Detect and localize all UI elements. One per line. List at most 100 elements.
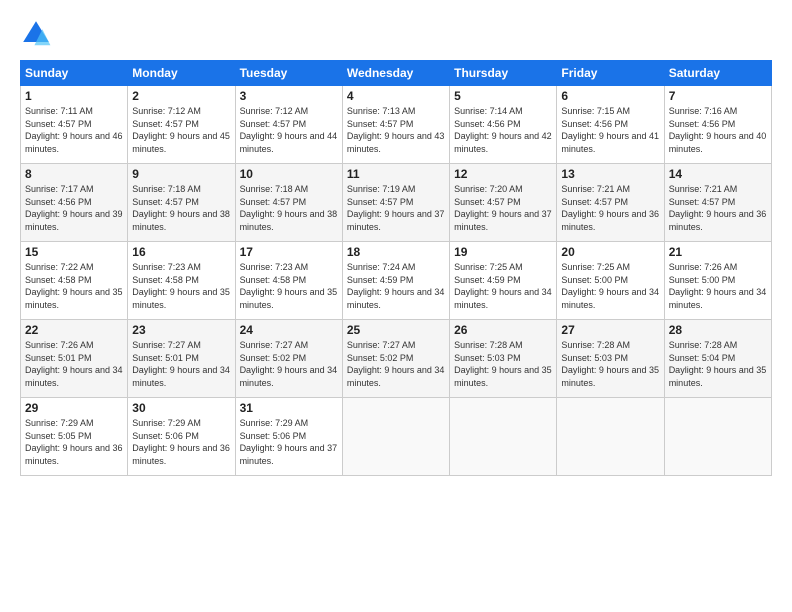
day-info: Sunrise: 7:26 AM Sunset: 5:01 PM Dayligh… bbox=[25, 339, 123, 389]
day-number: 24 bbox=[240, 323, 338, 337]
day-number: 12 bbox=[454, 167, 552, 181]
day-number: 14 bbox=[669, 167, 767, 181]
week-row-1: 1 Sunrise: 7:11 AM Sunset: 4:57 PM Dayli… bbox=[21, 86, 772, 164]
day-cell: 31 Sunrise: 7:29 AM Sunset: 5:06 PM Dayl… bbox=[235, 398, 342, 476]
day-cell: 3 Sunrise: 7:12 AM Sunset: 4:57 PM Dayli… bbox=[235, 86, 342, 164]
day-cell bbox=[450, 398, 557, 476]
day-cell: 15 Sunrise: 7:22 AM Sunset: 4:58 PM Dayl… bbox=[21, 242, 128, 320]
day-number: 22 bbox=[25, 323, 123, 337]
col-header-sunday: Sunday bbox=[21, 61, 128, 86]
day-cell: 10 Sunrise: 7:18 AM Sunset: 4:57 PM Dayl… bbox=[235, 164, 342, 242]
day-info: Sunrise: 7:24 AM Sunset: 4:59 PM Dayligh… bbox=[347, 261, 445, 311]
col-header-monday: Monday bbox=[128, 61, 235, 86]
day-info: Sunrise: 7:23 AM Sunset: 4:58 PM Dayligh… bbox=[132, 261, 230, 311]
day-cell: 21 Sunrise: 7:26 AM Sunset: 5:00 PM Dayl… bbox=[664, 242, 771, 320]
day-number: 25 bbox=[347, 323, 445, 337]
day-cell: 25 Sunrise: 7:27 AM Sunset: 5:02 PM Dayl… bbox=[342, 320, 449, 398]
col-header-saturday: Saturday bbox=[664, 61, 771, 86]
day-cell: 2 Sunrise: 7:12 AM Sunset: 4:57 PM Dayli… bbox=[128, 86, 235, 164]
day-number: 30 bbox=[132, 401, 230, 415]
day-cell: 6 Sunrise: 7:15 AM Sunset: 4:56 PM Dayli… bbox=[557, 86, 664, 164]
day-number: 15 bbox=[25, 245, 123, 259]
calendar-table: SundayMondayTuesdayWednesdayThursdayFrid… bbox=[20, 60, 772, 476]
day-info: Sunrise: 7:16 AM Sunset: 4:56 PM Dayligh… bbox=[669, 105, 767, 155]
day-number: 1 bbox=[25, 89, 123, 103]
logo-icon bbox=[20, 18, 52, 50]
day-number: 9 bbox=[132, 167, 230, 181]
logo bbox=[20, 18, 58, 50]
day-number: 29 bbox=[25, 401, 123, 415]
day-number: 2 bbox=[132, 89, 230, 103]
day-cell: 24 Sunrise: 7:27 AM Sunset: 5:02 PM Dayl… bbox=[235, 320, 342, 398]
day-number: 21 bbox=[669, 245, 767, 259]
day-info: Sunrise: 7:26 AM Sunset: 5:00 PM Dayligh… bbox=[669, 261, 767, 311]
day-info: Sunrise: 7:21 AM Sunset: 4:57 PM Dayligh… bbox=[561, 183, 659, 233]
day-info: Sunrise: 7:25 AM Sunset: 4:59 PM Dayligh… bbox=[454, 261, 552, 311]
day-cell: 11 Sunrise: 7:19 AM Sunset: 4:57 PM Dayl… bbox=[342, 164, 449, 242]
day-info: Sunrise: 7:23 AM Sunset: 4:58 PM Dayligh… bbox=[240, 261, 338, 311]
day-number: 27 bbox=[561, 323, 659, 337]
week-row-4: 22 Sunrise: 7:26 AM Sunset: 5:01 PM Dayl… bbox=[21, 320, 772, 398]
day-info: Sunrise: 7:11 AM Sunset: 4:57 PM Dayligh… bbox=[25, 105, 123, 155]
day-info: Sunrise: 7:22 AM Sunset: 4:58 PM Dayligh… bbox=[25, 261, 123, 311]
day-cell: 28 Sunrise: 7:28 AM Sunset: 5:04 PM Dayl… bbox=[664, 320, 771, 398]
col-header-friday: Friday bbox=[557, 61, 664, 86]
day-cell: 30 Sunrise: 7:29 AM Sunset: 5:06 PM Dayl… bbox=[128, 398, 235, 476]
day-cell: 12 Sunrise: 7:20 AM Sunset: 4:57 PM Dayl… bbox=[450, 164, 557, 242]
day-cell: 29 Sunrise: 7:29 AM Sunset: 5:05 PM Dayl… bbox=[21, 398, 128, 476]
day-cell: 8 Sunrise: 7:17 AM Sunset: 4:56 PM Dayli… bbox=[21, 164, 128, 242]
day-cell: 27 Sunrise: 7:28 AM Sunset: 5:03 PM Dayl… bbox=[557, 320, 664, 398]
day-info: Sunrise: 7:14 AM Sunset: 4:56 PM Dayligh… bbox=[454, 105, 552, 155]
week-row-3: 15 Sunrise: 7:22 AM Sunset: 4:58 PM Dayl… bbox=[21, 242, 772, 320]
day-number: 3 bbox=[240, 89, 338, 103]
day-info: Sunrise: 7:12 AM Sunset: 4:57 PM Dayligh… bbox=[132, 105, 230, 155]
day-number: 20 bbox=[561, 245, 659, 259]
day-info: Sunrise: 7:25 AM Sunset: 5:00 PM Dayligh… bbox=[561, 261, 659, 311]
day-info: Sunrise: 7:21 AM Sunset: 4:57 PM Dayligh… bbox=[669, 183, 767, 233]
col-header-tuesday: Tuesday bbox=[235, 61, 342, 86]
week-row-2: 8 Sunrise: 7:17 AM Sunset: 4:56 PM Dayli… bbox=[21, 164, 772, 242]
header bbox=[20, 18, 772, 50]
day-number: 13 bbox=[561, 167, 659, 181]
day-info: Sunrise: 7:27 AM Sunset: 5:01 PM Dayligh… bbox=[132, 339, 230, 389]
day-info: Sunrise: 7:12 AM Sunset: 4:57 PM Dayligh… bbox=[240, 105, 338, 155]
day-cell: 5 Sunrise: 7:14 AM Sunset: 4:56 PM Dayli… bbox=[450, 86, 557, 164]
day-number: 6 bbox=[561, 89, 659, 103]
day-cell: 9 Sunrise: 7:18 AM Sunset: 4:57 PM Dayli… bbox=[128, 164, 235, 242]
col-header-thursday: Thursday bbox=[450, 61, 557, 86]
page: SundayMondayTuesdayWednesdayThursdayFrid… bbox=[0, 0, 792, 486]
day-number: 26 bbox=[454, 323, 552, 337]
day-number: 4 bbox=[347, 89, 445, 103]
day-cell: 13 Sunrise: 7:21 AM Sunset: 4:57 PM Dayl… bbox=[557, 164, 664, 242]
day-number: 31 bbox=[240, 401, 338, 415]
day-cell: 18 Sunrise: 7:24 AM Sunset: 4:59 PM Dayl… bbox=[342, 242, 449, 320]
day-info: Sunrise: 7:29 AM Sunset: 5:05 PM Dayligh… bbox=[25, 417, 123, 467]
day-cell: 17 Sunrise: 7:23 AM Sunset: 4:58 PM Dayl… bbox=[235, 242, 342, 320]
week-row-5: 29 Sunrise: 7:29 AM Sunset: 5:05 PM Dayl… bbox=[21, 398, 772, 476]
day-cell bbox=[557, 398, 664, 476]
day-cell: 14 Sunrise: 7:21 AM Sunset: 4:57 PM Dayl… bbox=[664, 164, 771, 242]
day-info: Sunrise: 7:19 AM Sunset: 4:57 PM Dayligh… bbox=[347, 183, 445, 233]
day-number: 16 bbox=[132, 245, 230, 259]
day-cell bbox=[342, 398, 449, 476]
day-info: Sunrise: 7:27 AM Sunset: 5:02 PM Dayligh… bbox=[240, 339, 338, 389]
day-number: 28 bbox=[669, 323, 767, 337]
day-info: Sunrise: 7:18 AM Sunset: 4:57 PM Dayligh… bbox=[240, 183, 338, 233]
day-cell: 20 Sunrise: 7:25 AM Sunset: 5:00 PM Dayl… bbox=[557, 242, 664, 320]
day-info: Sunrise: 7:20 AM Sunset: 4:57 PM Dayligh… bbox=[454, 183, 552, 233]
day-cell: 1 Sunrise: 7:11 AM Sunset: 4:57 PM Dayli… bbox=[21, 86, 128, 164]
day-info: Sunrise: 7:17 AM Sunset: 4:56 PM Dayligh… bbox=[25, 183, 123, 233]
day-info: Sunrise: 7:28 AM Sunset: 5:03 PM Dayligh… bbox=[561, 339, 659, 389]
day-info: Sunrise: 7:28 AM Sunset: 5:04 PM Dayligh… bbox=[669, 339, 767, 389]
day-number: 5 bbox=[454, 89, 552, 103]
day-cell: 23 Sunrise: 7:27 AM Sunset: 5:01 PM Dayl… bbox=[128, 320, 235, 398]
day-cell: 19 Sunrise: 7:25 AM Sunset: 4:59 PM Dayl… bbox=[450, 242, 557, 320]
day-number: 11 bbox=[347, 167, 445, 181]
day-number: 17 bbox=[240, 245, 338, 259]
day-info: Sunrise: 7:27 AM Sunset: 5:02 PM Dayligh… bbox=[347, 339, 445, 389]
day-info: Sunrise: 7:28 AM Sunset: 5:03 PM Dayligh… bbox=[454, 339, 552, 389]
day-info: Sunrise: 7:13 AM Sunset: 4:57 PM Dayligh… bbox=[347, 105, 445, 155]
day-info: Sunrise: 7:29 AM Sunset: 5:06 PM Dayligh… bbox=[240, 417, 338, 467]
day-number: 8 bbox=[25, 167, 123, 181]
day-cell: 4 Sunrise: 7:13 AM Sunset: 4:57 PM Dayli… bbox=[342, 86, 449, 164]
